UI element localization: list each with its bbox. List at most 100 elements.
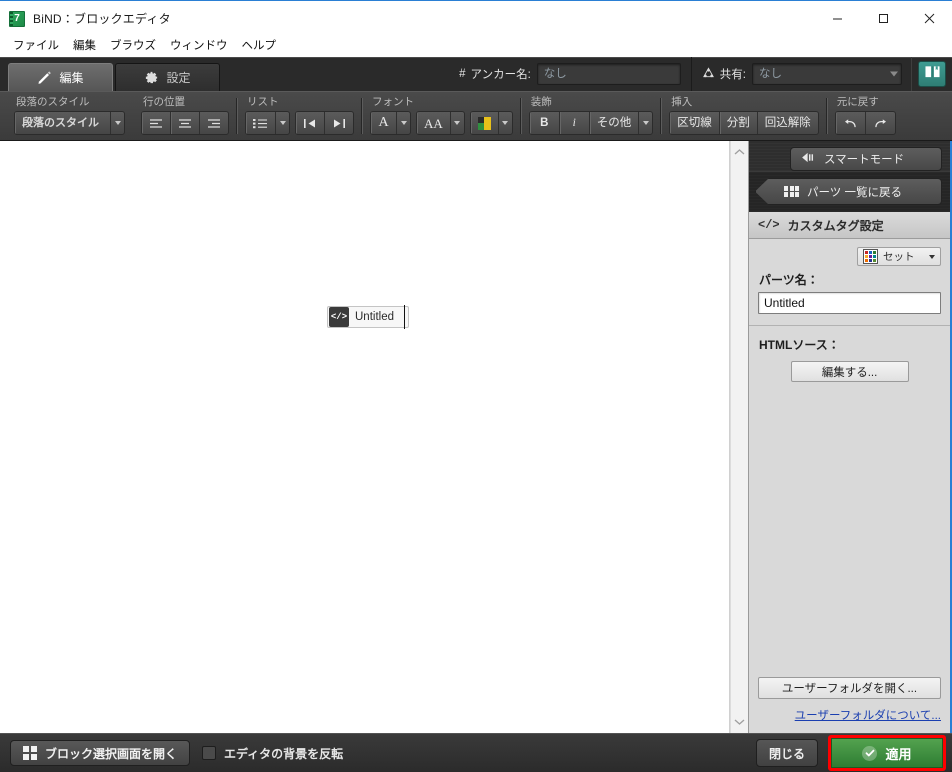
parts-name-section: セット パーツ名： [749, 239, 950, 326]
minimize-button[interactable] [814, 1, 860, 36]
bold-button[interactable]: B [530, 112, 560, 135]
anchor-field-group: # アンカー名: [449, 57, 691, 91]
paragraph-style-dropdown[interactable] [111, 112, 124, 134]
list-group-label: リスト [247, 95, 279, 108]
anchor-input[interactable] [536, 63, 681, 85]
window-controls [814, 1, 952, 36]
insert-divider-button[interactable]: 区切線 [670, 112, 720, 135]
outdent-button[interactable] [296, 112, 325, 135]
italic-button[interactable]: i [560, 112, 590, 135]
align-right-button[interactable] [200, 112, 228, 134]
color-grid-icon [863, 249, 878, 264]
code-tag-icon: </> [758, 218, 780, 232]
code-tag-icon: </> [329, 307, 349, 327]
invert-bg-checkbox-wrap[interactable]: エディタの背景を反転 [202, 745, 343, 762]
share-label: 共有: [702, 66, 746, 82]
pencil-icon [37, 70, 52, 85]
about-user-folder-link[interactable]: ユーザーフォルダについて... [758, 707, 941, 723]
insert-split-button[interactable]: 分割 [720, 112, 758, 135]
bottom-bar: ブロック選択画面を開く エディタの背景を反転 閉じる 適用 [0, 733, 952, 772]
indent-button[interactable] [325, 112, 353, 134]
menu-help[interactable]: ヘルプ [235, 39, 284, 55]
title-bar: 7 BiND：ブロックエディタ [0, 1, 952, 36]
apply-button[interactable]: 適用 [831, 738, 943, 768]
redo-button[interactable] [866, 112, 895, 134]
font-group: フォント A AA [362, 92, 521, 140]
back-to-parts-label: パーツ 一覧に戻る [807, 186, 902, 199]
maximize-button[interactable] [860, 1, 906, 36]
back-to-parts-bar: パーツ 一覧に戻る [749, 171, 950, 212]
editor-canvas[interactable]: </> Untitled [0, 141, 729, 733]
gear-icon [144, 70, 159, 85]
share-select[interactable] [752, 63, 902, 85]
menu-window[interactable]: ウィンドウ [163, 39, 235, 55]
paragraph-style-select[interactable]: 段落のスタイル [14, 111, 125, 136]
chevron-down-icon [929, 254, 935, 259]
invert-bg-label: エディタの背景を反転 [224, 746, 344, 761]
list-group: リスト [237, 92, 362, 140]
undo-button[interactable] [836, 112, 866, 135]
app-icon: 7 [9, 10, 25, 27]
share-field-group: 共有: [690, 57, 912, 91]
inspector-header: </> カスタムタグ設定 [749, 212, 950, 239]
invert-bg-checkbox[interactable] [202, 746, 217, 760]
bullet-list-button[interactable] [246, 112, 276, 135]
line-align-group-label: 行の位置 [143, 95, 185, 108]
tab-strip: 編集 設定 [0, 57, 220, 91]
hash-icon: # [459, 68, 466, 80]
share-label-text: 共有: [719, 69, 746, 81]
menu-browse[interactable]: ブラウズ [103, 39, 163, 55]
scroll-down-icon[interactable] [732, 714, 748, 730]
inspector-panel: スマートモード パーツ 一覧に戻る </> カスタムタグ設定 セット パーツ名：… [748, 141, 952, 733]
set-button[interactable]: セット [857, 247, 941, 266]
scroll-up-icon[interactable] [732, 144, 748, 160]
apply-button-label: 適用 [885, 746, 912, 762]
font-color-button[interactable] [471, 112, 499, 135]
open-block-select-button[interactable]: ブロック選択画面を開く [10, 740, 191, 766]
chevron-down-icon [642, 121, 649, 126]
text-caret [404, 305, 405, 329]
tab-edit[interactable]: 編集 [8, 63, 113, 91]
font-size-dropdown[interactable] [451, 112, 464, 134]
back-to-parts-button[interactable]: パーツ 一覧に戻る [755, 178, 942, 205]
tab-settings[interactable]: 設定 [115, 63, 220, 91]
other-decoration-button[interactable]: その他 [590, 112, 640, 135]
custom-tag-block[interactable]: </> Untitled [327, 306, 409, 328]
apply-button-highlight: 適用 [828, 735, 946, 771]
canvas-scrollbar[interactable] [730, 141, 748, 733]
clear-float-button[interactable]: 回込解除 [758, 112, 818, 134]
close-dialog-button[interactable]: 閉じる [756, 739, 818, 767]
custom-tag-block-label: Untitled [355, 311, 394, 323]
menu-edit[interactable]: 編集 [66, 39, 103, 55]
edit-html-source-button[interactable]: 編集する... [790, 361, 909, 382]
other-decoration-dropdown[interactable] [639, 112, 652, 134]
paragraph-style-group: 段落のスタイル 段落のスタイル [6, 92, 133, 140]
decoration-group: 装飾 B i その他 [521, 92, 662, 140]
menu-file[interactable]: ファイル [6, 39, 66, 55]
list-dropdown[interactable] [276, 112, 289, 134]
font-size-button[interactable]: AA [417, 112, 451, 135]
smart-mode-button[interactable]: スマートモード [790, 147, 942, 171]
close-button[interactable] [906, 1, 952, 36]
html-source-section: HTMLソース： 編集する... ユーザーフォルダを開く... ユーザーフォルダ… [749, 326, 950, 733]
parts-name-input[interactable] [758, 292, 941, 314]
line-align-group: 行の位置 [133, 92, 237, 140]
set-button-row: セット [758, 247, 941, 266]
align-left-button[interactable] [142, 112, 171, 135]
chevron-down-icon [454, 121, 461, 126]
anchor-label-text: アンカー名: [470, 69, 531, 81]
font-color-dropdown[interactable] [499, 112, 512, 134]
formatting-toolbar: 段落のスタイル 段落のスタイル 行の位置 リスト フォント A AA 装飾 B … [0, 91, 952, 141]
manual-button[interactable] [918, 61, 946, 87]
html-source-label: HTMLソース： [759, 338, 840, 352]
align-center-button[interactable] [171, 112, 200, 135]
anchor-label: # アンカー名: [459, 66, 531, 82]
undo-group: 元に戻す [827, 92, 904, 140]
set-button-label: セット [883, 251, 915, 263]
font-family-button[interactable]: A [371, 112, 397, 135]
bottom-actions: 閉じる 適用 [756, 735, 946, 771]
editor-canvas-wrap: </> Untitled [0, 141, 730, 733]
font-family-dropdown[interactable] [397, 112, 410, 134]
chevron-down-icon [114, 121, 121, 126]
open-user-folder-button[interactable]: ユーザーフォルダを開く... [758, 677, 941, 699]
